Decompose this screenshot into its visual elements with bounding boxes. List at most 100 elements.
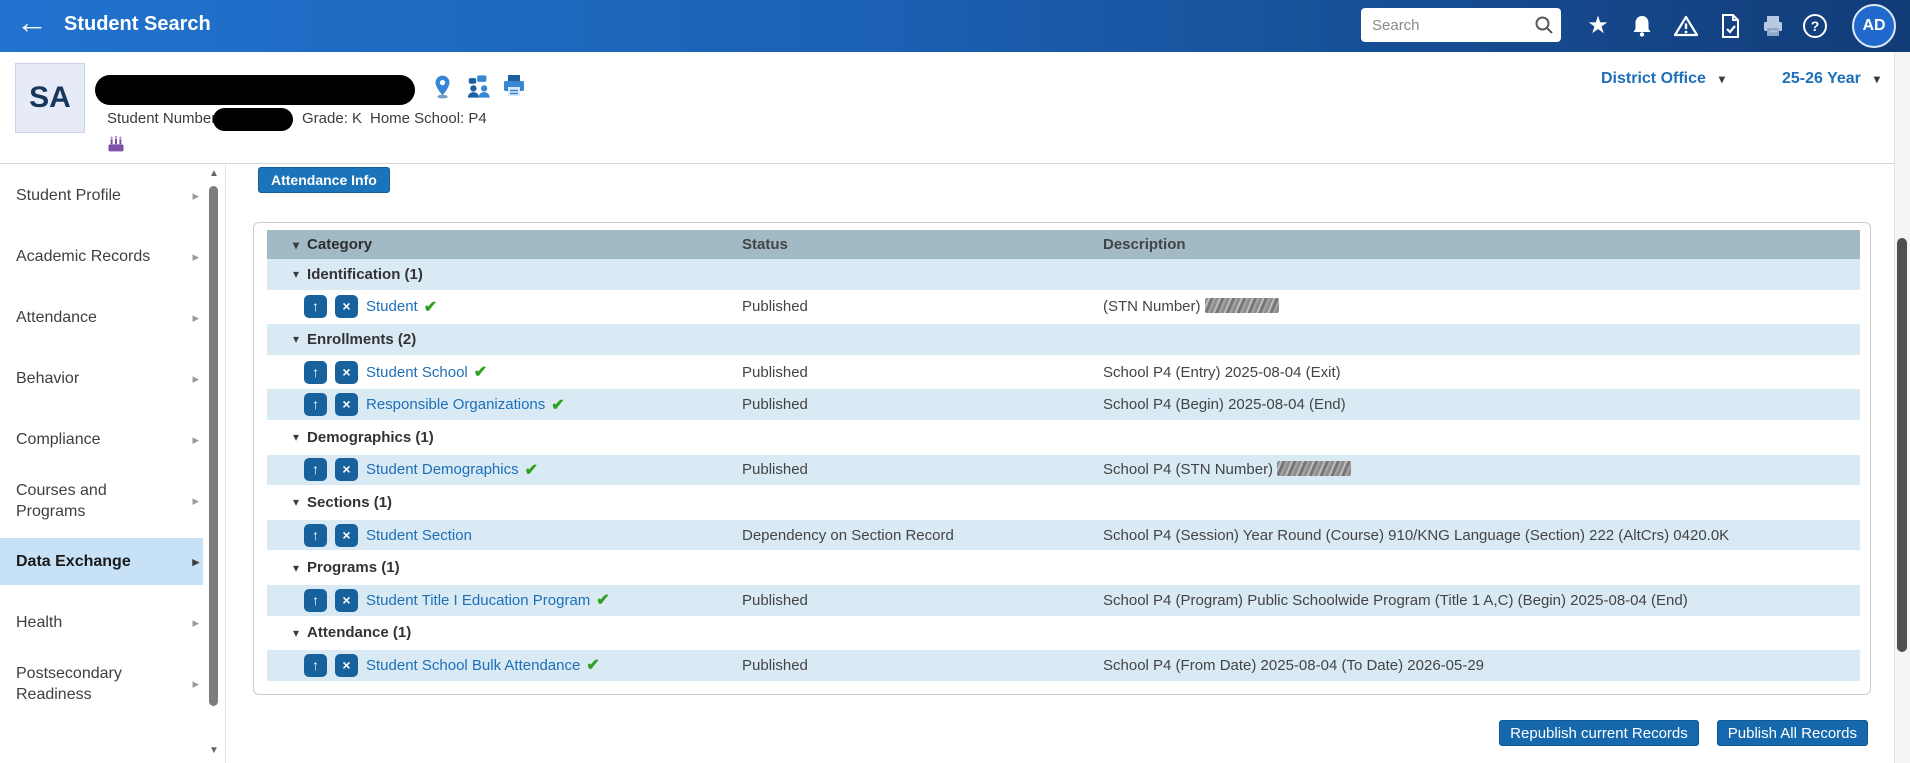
notifications-bell-icon[interactable] [1628,12,1656,40]
publish-all-records-button[interactable]: Publish All Records [1717,720,1868,746]
group-row-identification[interactable]: ▾Identification (1) [267,259,1860,292]
collapse-caret-icon[interactable]: ▾ [293,267,299,281]
publish-record-button[interactable]: ↑ [304,589,327,612]
attendance-info-tab-button[interactable]: Attendance Info [258,167,390,193]
year-context-dropdown[interactable]: 25-26 Year▾ [1782,70,1888,88]
help-icon[interactable]: ? [1801,12,1829,40]
chevron-right-icon: ▸ [192,188,199,204]
delete-x-icon: × [342,364,350,380]
publish-record-button[interactable]: ↑ [304,393,327,416]
sidebar-item-compliance[interactable]: Compliance ▸ [0,416,203,463]
sidebar-item-label: Behavior [16,368,174,389]
chevron-right-icon: ▸ [192,371,199,387]
status-cell: Published [742,461,1103,478]
sidebar-scroll-down-arrow[interactable]: ▼ [209,745,219,756]
record-link[interactable]: Responsible Organizations [366,396,545,413]
sidebar-item-label: Postsecondary Readiness [16,663,174,705]
record-link[interactable]: Student Demographics [366,461,519,478]
status-cell: Published [742,396,1103,413]
publish-record-button[interactable]: ↑ [304,295,327,318]
description-cell: School P4 (Entry) 2025-08-04 (Exit) [1103,364,1860,381]
global-search [1361,8,1561,42]
favorites-star-icon[interactable]: ★ [1584,12,1612,40]
delete-x-icon: × [342,298,350,314]
sidebar-item-student-profile[interactable]: Student Profile ▸ [0,172,203,219]
svg-text:?: ? [1811,18,1820,34]
collapse-caret-icon[interactable]: ▾ [293,495,299,509]
group-row-attendance[interactable]: ▾ Attendance (1) [267,618,1860,651]
delete-record-button[interactable]: × [335,458,358,481]
group-row-sections[interactable]: ▾ Sections (1) [267,487,1860,520]
record-row-student-demographics: ↑ × Student Demographics ✔ Published Sch… [267,455,1860,488]
group-label: Sections (1) [307,494,392,511]
delete-record-button[interactable]: × [335,295,358,318]
collapse-caret-icon[interactable]: ▾ [293,430,299,444]
redacted-value [1205,298,1279,313]
publish-record-button[interactable]: ↑ [304,524,327,547]
sidebar-scroll-up-arrow[interactable]: ▲ [209,168,219,179]
student-avatar[interactable]: SA [15,63,85,133]
year-context-label: 25-26 Year [1782,70,1861,87]
record-link[interactable]: Student Section [366,527,472,544]
print-queue-icon[interactable] [1759,12,1787,40]
reports-document-icon[interactable] [1716,12,1744,40]
alerts-warning-icon[interactable] [1672,12,1700,40]
group-label: Attendance (1) [307,624,411,641]
publish-record-button[interactable]: ↑ [304,361,327,384]
sidebar-item-behavior[interactable]: Behavior ▸ [0,355,203,402]
delete-record-button[interactable]: × [335,589,358,612]
sidebar-item-health[interactable]: Health ▸ [0,599,203,646]
record-link[interactable]: Student School [366,364,468,381]
delete-record-button[interactable]: × [335,393,358,416]
publish-arrow-icon: ↑ [312,364,319,380]
delete-record-button[interactable]: × [335,361,358,384]
search-icon[interactable] [1534,15,1554,35]
chevron-right-icon: ▸ [192,554,199,570]
back-arrow-icon[interactable]: ← [16,4,48,41]
record-link[interactable]: Student Title I Education Program [366,592,590,609]
delete-x-icon: × [342,657,350,673]
publish-arrow-icon: ↑ [312,461,319,477]
publish-record-button[interactable]: ↑ [304,654,327,677]
collapse-caret-icon[interactable]: ▾ [293,626,299,640]
address-pin-icon[interactable] [432,74,453,105]
student-number-label: Student Number [107,110,216,127]
collapse-all-caret-icon[interactable]: ▾ [293,238,299,252]
user-avatar[interactable]: AD [1852,4,1896,48]
household-contacts-icon[interactable] [466,74,492,104]
description-cell: School P4 (STN Number) [1103,461,1860,478]
group-row-enrollments[interactable]: ▾Enrollments (2) [267,324,1860,357]
group-row-demographics[interactable]: ▾Demographics (1) [267,422,1860,455]
group-label: Programs (1) [307,559,400,576]
school-context-dropdown[interactable]: District Office▾ [1601,70,1733,88]
action-buttons: Republish current Records Publish All Re… [1499,720,1868,746]
delete-record-button[interactable]: × [335,654,358,677]
publish-record-button[interactable]: ↑ [304,458,327,481]
description-cell: School P4 (Begin) 2025-08-04 (End) [1103,396,1860,413]
sidebar-item-data-exchange[interactable]: Data Exchange ▸ [0,538,203,585]
sidebar-scrollbar-thumb[interactable] [209,186,218,706]
collapse-caret-icon[interactable]: ▾ [293,561,299,575]
record-link[interactable]: Student [366,298,418,315]
delete-record-button[interactable]: × [335,524,358,547]
search-input[interactable] [1361,8,1529,42]
star-glyph: ★ [1587,13,1609,39]
sidebar-item-label: Compliance [16,429,174,450]
column-label: Category [307,236,372,253]
category-column-header[interactable]: ▾ Category [267,236,742,253]
page-scrollbar-thumb[interactable] [1897,238,1907,652]
published-check-icon: ✔ [551,395,564,415]
republish-current-records-button[interactable]: Republish current Records [1499,720,1699,746]
delete-x-icon: × [342,461,350,477]
chevron-right-icon: ▸ [192,615,199,631]
collapse-caret-icon[interactable]: ▾ [293,332,299,346]
sidebar-item-postsecondary-readiness[interactable]: Postsecondary Readiness ▸ [0,660,203,707]
data-exchange-card: ▾ Category Status Description ▾Identific… [253,222,1871,695]
sidebar-item-attendance[interactable]: Attendance ▸ [0,294,203,341]
sidebar-item-courses-and-programs[interactable]: Courses and Programs ▸ [0,477,203,524]
group-row-programs[interactable]: ▾ Programs (1) [267,552,1860,585]
status-cell: Published [742,298,1103,315]
record-link[interactable]: Student School Bulk Attendance [366,657,580,674]
sidebar-item-academic-records[interactable]: Academic Records ▸ [0,233,203,280]
print-summary-icon[interactable] [502,74,526,103]
